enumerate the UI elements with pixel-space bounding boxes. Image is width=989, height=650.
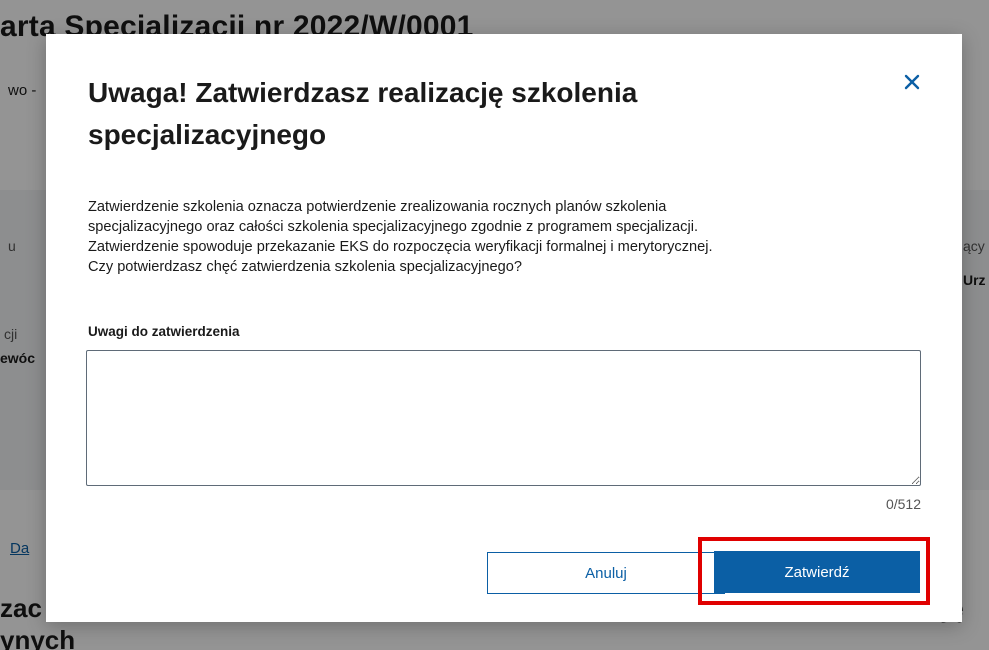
confirm-dialog: Uwaga! Zatwierdzasz realizację szkolenia… xyxy=(46,34,962,622)
comment-field-label: Uwagi do zatwierdzenia xyxy=(88,324,240,339)
description-line: Czy potwierdzasz chęć zatwierdzenia szko… xyxy=(88,259,522,275)
description-line: Zatwierdzenie spowoduje przekazanie EKS … xyxy=(88,239,713,255)
cancel-button[interactable]: Anuluj xyxy=(487,552,725,594)
description-line: specjalizacyjnego oraz całości szkolenia… xyxy=(88,219,698,235)
character-counter: 0/512 xyxy=(885,496,921,512)
confirm-button[interactable]: Zatwierdź xyxy=(714,551,920,593)
close-icon[interactable] xyxy=(898,68,926,96)
page: arta Specjalizacji nr 2022/W/0001 wo - u… xyxy=(0,0,989,650)
comment-textarea[interactable] xyxy=(86,350,921,486)
dialog-title: Uwaga! Zatwierdzasz realizację szkolenia… xyxy=(88,77,638,150)
dialog-description: Zatwierdzenie szkolenia oznacza potwierd… xyxy=(88,197,918,277)
description-line: Zatwierdzenie szkolenia oznacza potwierd… xyxy=(88,199,667,215)
